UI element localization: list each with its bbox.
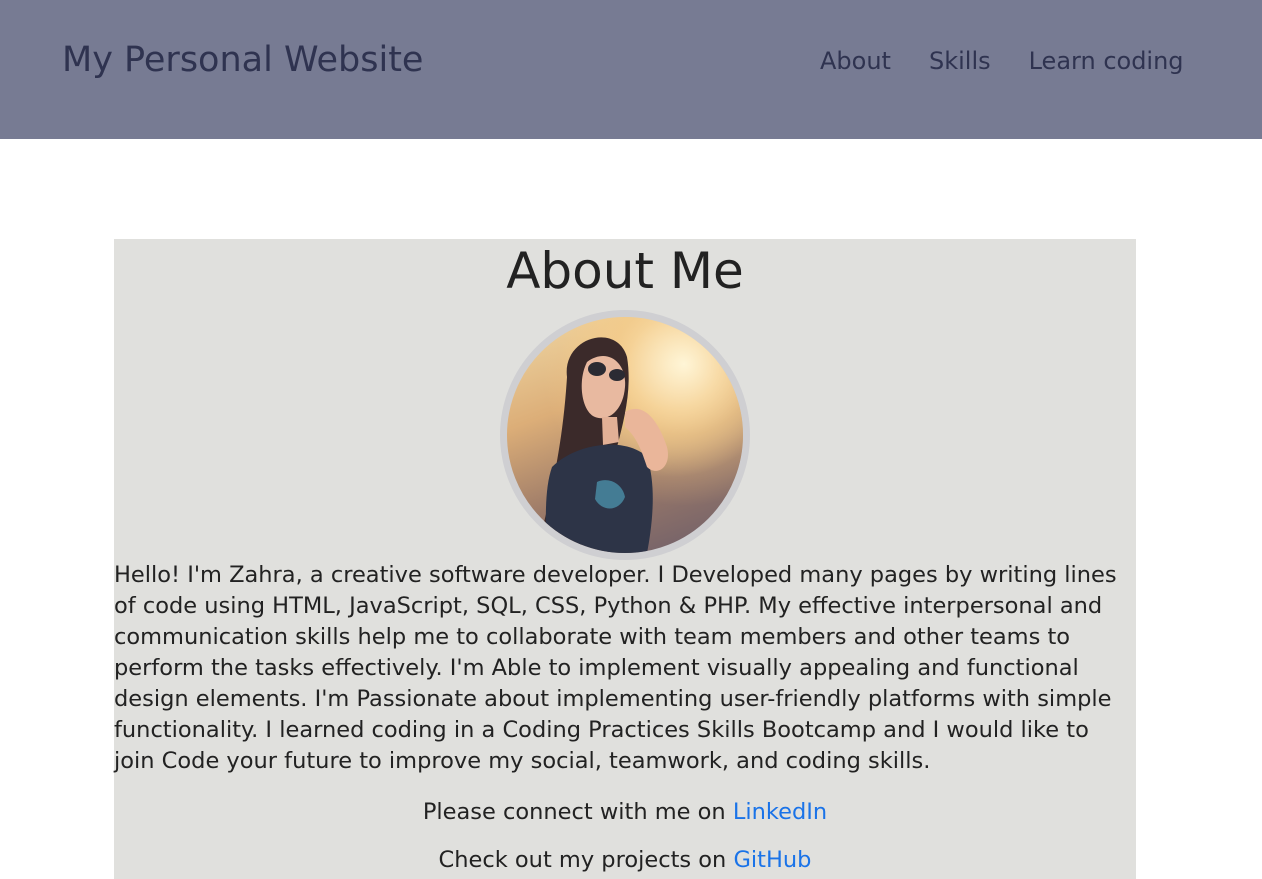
- checkout-line: Check out my projects on GitHub: [114, 845, 1136, 876]
- github-link[interactable]: GitHub: [733, 847, 811, 873]
- linkedin-link[interactable]: LinkedIn: [733, 799, 827, 825]
- nav-link-about[interactable]: About: [820, 44, 891, 78]
- bio-paragraph: Hello! I'm Zahra, a creative software de…: [114, 562, 1117, 774]
- main-nav: About Skills Learn coding: [820, 44, 1184, 78]
- nav-link-skills[interactable]: Skills: [929, 44, 991, 78]
- site-title[interactable]: My Personal Website: [62, 38, 423, 82]
- nav-link-learn-coding[interactable]: Learn coding: [1029, 44, 1184, 78]
- connect-text: Please connect with me on: [422, 799, 733, 825]
- site-header: My Personal Website About Skills Learn c…: [0, 0, 1262, 139]
- about-section: About Me Hello! I'm Zahra, a creative so…: [114, 239, 1136, 879]
- connect-line: Please connect with me on LinkedIn: [114, 797, 1136, 828]
- profile-photo-illustration: [507, 317, 743, 553]
- about-heading: About Me: [506, 242, 744, 300]
- checkout-text: Check out my projects on: [438, 847, 734, 873]
- profile-avatar: [500, 310, 750, 560]
